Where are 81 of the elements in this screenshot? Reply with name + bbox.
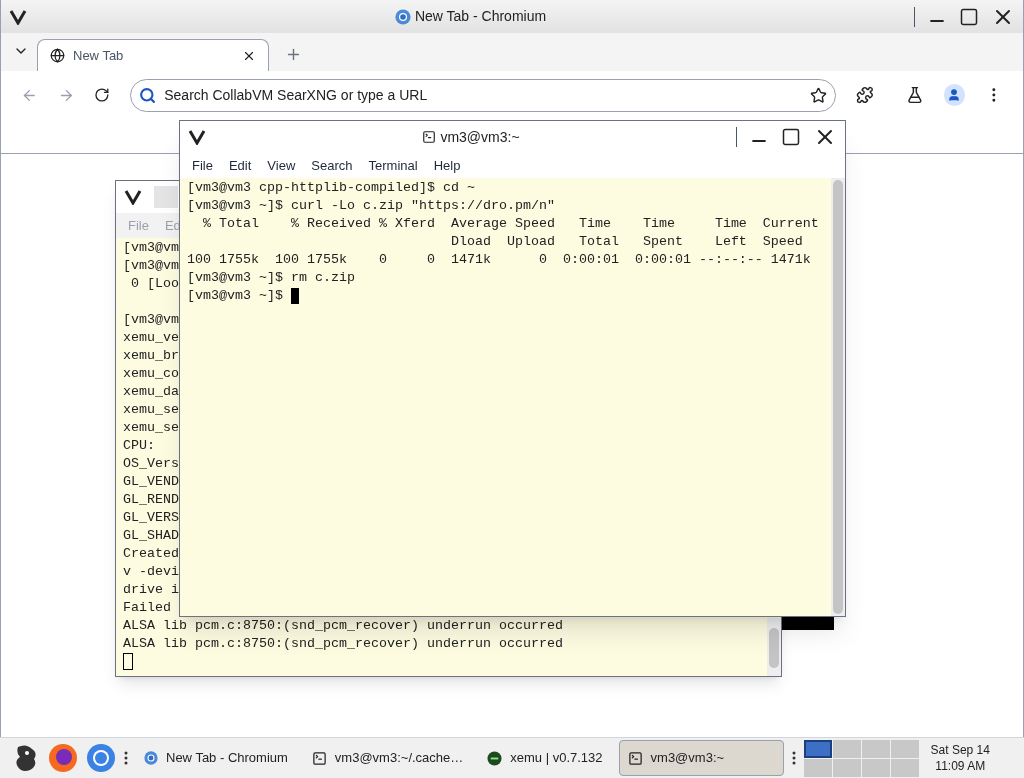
terminal-line: xemu_se xyxy=(123,401,179,419)
terminal-line: ALSA lib pcm.c:8750:(snd_pcm_recover) underrun occurred xyxy=(123,617,563,635)
terminal-line: xemu_co xyxy=(123,365,179,383)
cursor-icon xyxy=(123,653,133,670)
workspace-cell[interactable] xyxy=(861,758,890,777)
menu-item[interactable]: Search xyxy=(311,155,353,176)
new-tab-icon[interactable] xyxy=(285,46,302,63)
terminal-line: [vm3@vm xyxy=(123,239,179,257)
scrollbar[interactable] xyxy=(767,618,781,676)
terminal-line: [vm3@vm xyxy=(123,257,179,275)
address-input[interactable]: Search CollabVM SearXNG or type a URL xyxy=(164,84,803,106)
terminal-line: xemu_br xyxy=(123,347,179,365)
flask-icon[interactable] xyxy=(905,86,924,104)
workspace-cell[interactable] xyxy=(861,739,890,758)
cursor-icon xyxy=(291,288,299,304)
window-title: vm3@vm3:~ xyxy=(440,127,520,147)
terminal-line: GL_VEND xyxy=(123,473,179,491)
separator-handle-icon xyxy=(124,751,128,765)
terminal-line: GL_SHAD xyxy=(123,527,179,545)
workspace-cell[interactable] xyxy=(890,758,919,777)
title-bar xyxy=(154,186,178,208)
terminal-line: CPU: xyxy=(123,437,155,455)
v-logo-icon[interactable] xyxy=(188,129,206,145)
chromium-logo-icon xyxy=(144,751,158,765)
terminal-line: xemu_se xyxy=(123,419,179,437)
terminal-line: [vm3@vm3 ~]$ curl -Lo c.zip "https://dro.pm/n" xyxy=(187,197,555,215)
terminal-line: 100 1755k 100 1755k 0 0 1471k 0 0:00:01 0:00:01 --:--:-- 1471k xyxy=(187,251,811,269)
terminal-line: % Total % Received % Xferd Average Speed Time Time Time Current xyxy=(202,215,819,233)
v-logo-icon[interactable] xyxy=(9,8,27,25)
v-logo-icon[interactable] xyxy=(124,189,142,205)
bookmark-star-icon[interactable] xyxy=(810,86,828,104)
terminal-icon xyxy=(311,750,327,766)
profile-icon[interactable] xyxy=(943,84,966,106)
menu-item[interactable]: File xyxy=(192,155,213,176)
menu-item[interactable]: Edit xyxy=(228,155,252,176)
taskbar-task[interactable]: New Tab - Chromium xyxy=(136,740,296,776)
menu-item[interactable]: Terminal xyxy=(368,155,418,176)
taskbar-task[interactable]: xemu | v0.7.132 xyxy=(479,740,611,776)
terminal-line: v -devi xyxy=(123,563,179,581)
terminal-line: [vm3@vm3 ~]$ rm c.zip xyxy=(187,269,355,287)
chromium-logo-icon xyxy=(394,8,411,25)
scrollbar[interactable] xyxy=(831,178,845,616)
taskbar-task[interactable]: vm3@vm3:~ xyxy=(618,740,784,776)
terminal-line: Created xyxy=(123,545,179,563)
menu-item[interactable]: Help xyxy=(433,155,461,176)
terminal-line: [vm3@vm3 cpp-httplib-compiled]$ cd ~ xyxy=(187,179,475,197)
terminal-line: GL_REND xyxy=(123,491,179,509)
workspace-cell[interactable] xyxy=(890,739,919,758)
browser-tab[interactable]: New Tab xyxy=(37,39,269,71)
firefox-icon[interactable] xyxy=(48,743,78,773)
terminal-line: ALSA lib pcm.c:8750:(snd_pcm_recover) underrun occurred xyxy=(123,635,563,653)
maximize-icon[interactable] xyxy=(781,127,801,147)
terminal-line: 0 [Loo xyxy=(130,275,179,293)
separator-handle-icon xyxy=(791,751,796,765)
taskbar-task[interactable]: vm3@vm3:~/.cache… xyxy=(303,740,472,776)
terminal-line: Failed xyxy=(123,599,171,617)
workspace-cell[interactable] xyxy=(832,758,861,777)
terminal-icon xyxy=(627,750,643,766)
terminal-line: [vm3@vm3 ~]$ xyxy=(187,287,284,305)
terminal-line: Dload Upload Total Spent Left Speed xyxy=(449,233,803,251)
globe-icon xyxy=(50,48,65,63)
extensions-icon[interactable] xyxy=(856,86,874,104)
chromium-icon[interactable] xyxy=(86,743,116,773)
terminal-line: [vm3@vm xyxy=(123,311,179,329)
terminal-line: xemu_da xyxy=(123,383,179,401)
clock-date: Sat Sep 14 xyxy=(930,742,990,758)
workspace-cell[interactable] xyxy=(803,739,832,758)
workspace-cell[interactable] xyxy=(832,739,861,758)
workspace-cell[interactable] xyxy=(803,758,832,777)
maximize-icon[interactable] xyxy=(959,6,979,27)
terminal-line: drive i xyxy=(123,581,179,599)
terminal-line: GL_VERS xyxy=(123,509,179,527)
terminal-icon xyxy=(422,130,437,144)
terminal-line: xemu_ve xyxy=(123,329,179,347)
clock-time: 11:09 AM xyxy=(935,758,986,774)
xemu-icon xyxy=(487,750,503,766)
terminal-line: OS_Vers xyxy=(123,455,179,473)
search-icon xyxy=(139,86,157,104)
window-title: New Tab - Chromium xyxy=(414,7,547,26)
reload-icon[interactable] xyxy=(94,87,111,103)
menu-item[interactable]: View xyxy=(267,155,296,176)
